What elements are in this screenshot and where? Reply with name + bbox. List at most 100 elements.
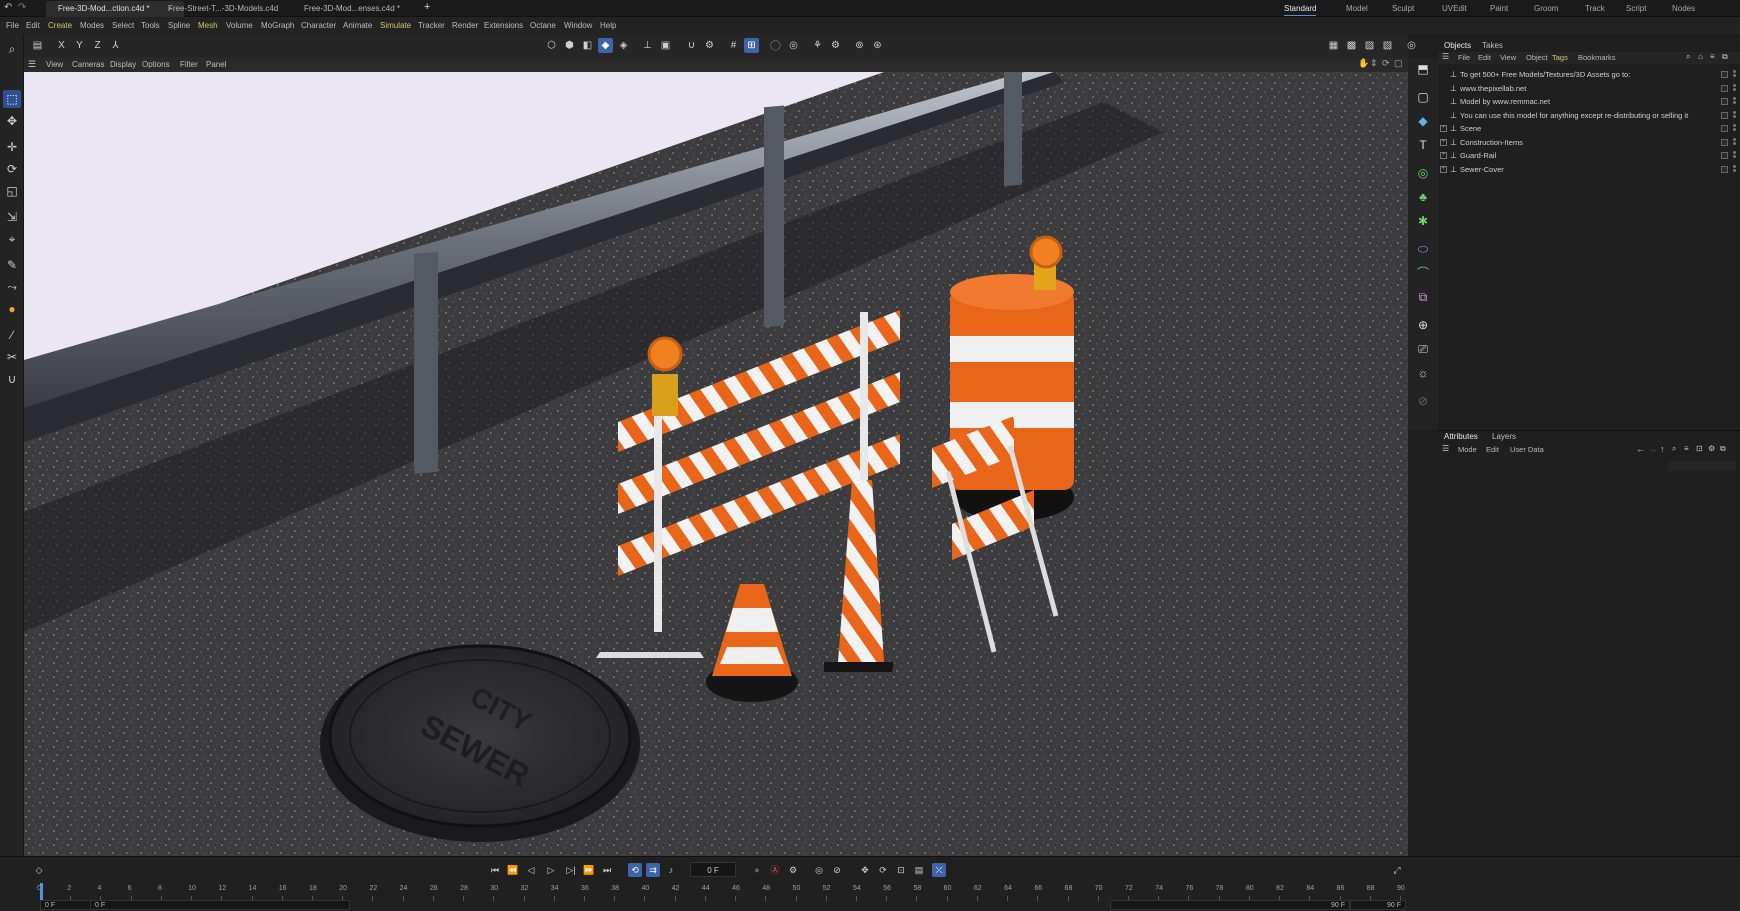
objects-new-window-icon[interactable]: ⧉ <box>1722 52 1728 62</box>
expand-icon[interactable]: + <box>1440 152 1447 159</box>
next-frame-icon[interactable]: ▷| <box>564 863 578 877</box>
expand-icon[interactable]: + <box>1440 138 1447 146</box>
window-tab[interactable]: Free-3D-Mod...enses.c4d * <box>292 1 412 17</box>
sketch-tool-icon[interactable]: ⤳ <box>3 278 21 296</box>
attributes-menu-mode[interactable]: Mode <box>1458 444 1477 456</box>
select-tool-icon[interactable]: ⬚ <box>3 90 21 108</box>
object-row[interactable]: + ⊥ Sewer-Cover <box>1438 163 1740 176</box>
preview-end-field[interactable]: 90 F <box>1110 900 1350 910</box>
pan-icon[interactable]: ✋ <box>1358 58 1369 69</box>
new-tab-button[interactable]: + <box>424 1 430 13</box>
goto-start-icon[interactable]: ⏮ <box>488 863 502 877</box>
snap-icon[interactable]: ∪ <box>684 38 699 53</box>
objects-search-icon[interactable]: ⌕ <box>1686 52 1690 62</box>
menu-tools[interactable]: Tools <box>141 17 160 34</box>
render-dots-icon[interactable] <box>1733 110 1736 114</box>
key-scale-icon[interactable]: ✥ <box>858 863 872 877</box>
prev-key-icon[interactable]: ⏪ <box>506 863 520 877</box>
brush-tool-icon[interactable]: ⁄ <box>3 326 21 344</box>
visibility-checkbox[interactable] <box>1721 165 1728 173</box>
axis-y-toggle[interactable]: Y <box>72 38 87 53</box>
motion-tracker-icon[interactable]: ⤫ <box>932 863 946 877</box>
attributes-search-icon[interactable]: ⌕ <box>1672 444 1676 454</box>
grid-icon[interactable]: # <box>726 38 741 53</box>
render-dots-icon[interactable] <box>1733 83 1736 87</box>
model-mode-icon[interactable]: ◆ <box>598 38 613 53</box>
menu-create[interactable]: Create <box>48 17 72 34</box>
object-row[interactable]: + ⊥ Scene <box>1438 122 1740 135</box>
goto-end-icon[interactable]: ⏭ <box>600 863 614 877</box>
viewport-menu-cameras[interactable]: Cameras <box>72 58 104 72</box>
menu-character[interactable]: Character <box>301 17 336 34</box>
objects-home-icon[interactable]: ⌂ <box>1698 52 1703 61</box>
menu-help[interactable]: Help <box>600 17 616 34</box>
attributes-hamburger-icon[interactable]: ☰ <box>1442 444 1449 453</box>
render-dots-icon[interactable] <box>1733 164 1736 168</box>
menu-extensions[interactable]: Extensions <box>484 17 523 34</box>
viewport-menu-filter[interactable]: Filter <box>180 58 198 72</box>
next-key-icon[interactable]: ⏩ <box>582 863 596 877</box>
layout-groom[interactable]: Groom <box>1534 0 1558 17</box>
sound-icon[interactable]: ♪ <box>664 863 678 877</box>
visibility-checkbox[interactable] <box>1721 111 1728 119</box>
render-view-icon[interactable]: ▩ <box>1344 38 1359 53</box>
key-rotation-icon[interactable]: ⊘ <box>830 863 844 877</box>
environment-icon[interactable]: ⊕ <box>1414 316 1432 334</box>
viewport-solo-icon[interactable]: ⊚ <box>852 38 867 53</box>
mograph-icon[interactable]: ⧉ <box>1414 288 1432 306</box>
points-mode-icon[interactable]: ⬡ <box>544 38 559 53</box>
menu-select[interactable]: Select <box>112 17 134 34</box>
magnet-tool-icon[interactable]: ∪ <box>3 370 21 388</box>
objects-menu-object[interactable]: Object <box>1526 52 1548 64</box>
snap-tool-icon[interactable]: ⌖ <box>3 230 21 248</box>
back-arrow-icon[interactable]: ← <box>1636 444 1645 454</box>
spline-pen-icon[interactable]: ✎ <box>3 256 21 274</box>
current-frame-field[interactable]: 0 F <box>690 862 736 877</box>
forward-arrow-icon[interactable]: → <box>1648 444 1657 454</box>
viewport-menu-options[interactable]: Options <box>142 58 170 72</box>
menu-volume[interactable]: Volume <box>226 17 253 34</box>
menu-mograph[interactable]: MoGraph <box>261 17 294 34</box>
objects-menu-bookmarks[interactable]: Bookmarks <box>1578 52 1616 64</box>
tab-takes[interactable]: Takes <box>1482 40 1503 52</box>
objects-filter-icon[interactable]: ≡ <box>1710 52 1715 61</box>
layout-model[interactable]: Model <box>1346 0 1368 17</box>
attributes-menu-edit[interactable]: Edit <box>1486 444 1499 456</box>
key-param-icon[interactable]: ⟳ <box>876 863 890 877</box>
undo-icon[interactable]: ↶ <box>4 2 12 13</box>
prev-frame-icon[interactable]: ◁ <box>524 863 538 877</box>
search-icon[interactable]: ⌕ <box>3 40 21 58</box>
snap-settings-icon[interactable]: ⚙ <box>702 38 717 53</box>
ipr-icon[interactable]: ◎ <box>1404 38 1419 53</box>
menu-simulate[interactable]: Simulate <box>380 17 411 34</box>
key-position-icon[interactable]: ◎ <box>812 863 826 877</box>
menu-render[interactable]: Render <box>452 17 478 34</box>
rotate-tool-icon[interactable]: ⟳ <box>3 160 21 178</box>
visibility-checkbox[interactable] <box>1721 138 1728 146</box>
attributes-menu-user-data[interactable]: User Data <box>1510 444 1544 456</box>
expand-icon[interactable]: + <box>1440 125 1447 132</box>
menu-mesh[interactable]: Mesh <box>198 17 218 34</box>
attributes-new-window-icon[interactable]: ⧉ <box>1720 444 1726 454</box>
light-icon[interactable]: ☼ <box>1414 364 1432 382</box>
tab-layers[interactable]: Layers <box>1492 431 1516 443</box>
cloner-icon[interactable]: ♣ <box>1414 188 1432 206</box>
viewport-menu-display[interactable]: Display <box>110 58 136 72</box>
zoom-icon[interactable]: ⇕ <box>1370 58 1378 69</box>
lock-icon[interactable]: ⊡ <box>1696 444 1703 453</box>
layout-uvedit[interactable]: UVEdit <box>1442 0 1467 17</box>
menu-edit[interactable]: Edit <box>26 17 40 34</box>
coordinate-system-icon[interactable]: ⅄ <box>108 38 123 53</box>
layout-standard[interactable]: Standard <box>1284 0 1317 17</box>
field-icon[interactable]: ⬭ <box>1414 240 1432 258</box>
layout-track[interactable]: Track <box>1585 0 1605 17</box>
visibility-checkbox[interactable] <box>1721 98 1728 105</box>
playback-mode-icon[interactable]: ⇉ <box>646 863 660 877</box>
render-dots-icon[interactable] <box>1733 70 1736 73</box>
stereo-icon[interactable]: ⊛ <box>870 38 885 53</box>
object-row[interactable]: ⊥ Model by www.remmac.net <box>1438 95 1740 108</box>
texture-mode-icon[interactable]: ◈ <box>616 38 631 53</box>
spline-object-icon[interactable]: ⌒ <box>1414 264 1432 282</box>
timeline-settings-icon[interactable]: ▤ <box>912 863 926 877</box>
knife-tool-icon[interactable]: ✂ <box>3 348 21 366</box>
